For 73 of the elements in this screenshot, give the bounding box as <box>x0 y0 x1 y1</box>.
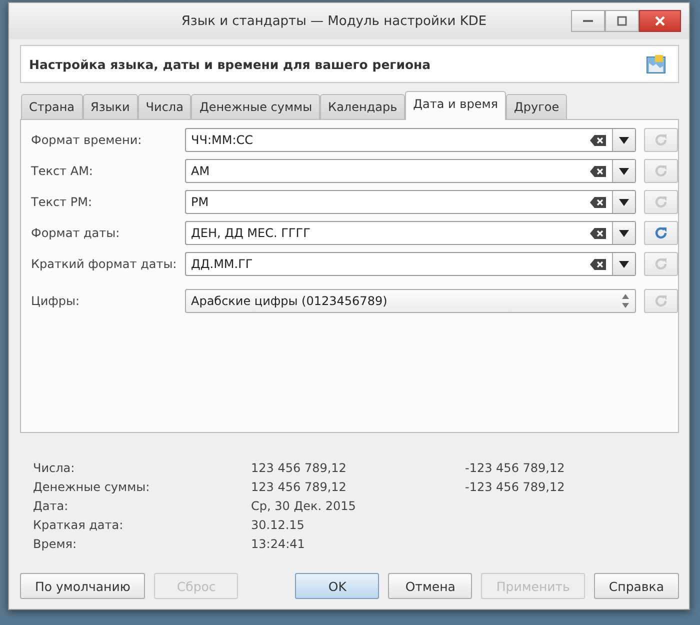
tab[interactable]: Числа <box>138 94 192 119</box>
combo-field[interactable]: PM <box>185 190 636 214</box>
dialog-button[interactable]: Отмена <box>388 573 472 599</box>
clear-icon[interactable] <box>590 196 606 208</box>
tab[interactable]: Календарь <box>320 94 406 119</box>
reset-icon <box>654 294 668 308</box>
select-field[interactable]: Арабские цифры (0123456789) <box>185 289 636 313</box>
caret-icon <box>619 230 629 236</box>
combo-field[interactable]: ЧЧ:ММ:СС <box>185 128 636 152</box>
maximize-icon <box>617 16 627 26</box>
tab[interactable]: Дата и время <box>405 91 506 120</box>
field-value: Арабские цифры (0123456789) <box>191 294 388 308</box>
combo-field[interactable]: ДД.ММ.ГГ <box>185 252 636 276</box>
tab[interactable]: Языки <box>82 94 138 119</box>
field-value: AM <box>191 164 210 178</box>
dialog-button[interactable]: Справка <box>594 573 679 599</box>
reset-icon <box>654 257 668 271</box>
caret-icon <box>619 168 629 174</box>
dropdown-button[interactable] <box>612 129 635 151</box>
preview-value: 123 456 789,12 <box>251 480 348 494</box>
dropdown-button[interactable] <box>612 222 635 244</box>
preview-value: -123 456 789,12 <box>465 480 566 494</box>
minimize-icon <box>583 19 593 23</box>
spin-arrows-icon <box>622 294 629 308</box>
clear-icon[interactable] <box>590 258 606 270</box>
combo-field[interactable]: ДЕН, ДД МЕС. ГГГГ <box>185 221 636 245</box>
clear-icon[interactable] <box>590 228 606 238</box>
close-button[interactable] <box>639 10 681 32</box>
dropdown-button[interactable] <box>612 160 635 182</box>
preview-label: Числа: <box>33 461 76 475</box>
field-label: Цифры: <box>31 294 81 308</box>
tab[interactable]: Страна <box>21 94 83 119</box>
preview-value: 123 456 789,12 <box>251 461 348 475</box>
field-label: Краткий формат даты: <box>31 257 177 271</box>
field-value: ЧЧ:ММ:СС <box>191 133 254 147</box>
dropdown-button[interactable] <box>612 253 635 275</box>
preview-value: Ср, 30 Дек. 2015 <box>251 499 357 513</box>
header-title: Настройка языка, даты и времени для вашего региона <box>29 56 431 72</box>
preview-label: Время: <box>33 537 78 551</box>
field-label: Текст AM: <box>31 164 94 178</box>
map-icon <box>646 54 666 74</box>
tab[interactable]: Денежные суммы <box>191 94 320 119</box>
caret-icon <box>619 260 629 268</box>
field-value: PM <box>191 195 209 209</box>
dropdown-button[interactable] <box>612 191 635 213</box>
reset-button[interactable] <box>644 221 678 245</box>
field-label: Формат даты: <box>31 226 121 240</box>
field-value: ДЕН, ДД МЕС. ГГГГ <box>191 226 310 240</box>
reset-icon <box>654 164 668 178</box>
minimize-button[interactable] <box>571 10 605 32</box>
caret-icon <box>619 136 629 144</box>
window-title: Язык и стандарты — Модуль настройки KDE <box>180 14 488 28</box>
preview-value: 13:24:41 <box>251 537 306 551</box>
close-icon <box>655 16 665 26</box>
dialog-button[interactable]: OK <box>295 573 380 599</box>
field-label: Текст PM: <box>31 195 93 209</box>
field-label: Формат времени: <box>31 133 143 147</box>
reset-icon <box>654 226 668 240</box>
preview-label: Дата: <box>33 499 70 513</box>
preview-value: -123 456 789,12 <box>465 461 566 475</box>
clear-icon[interactable] <box>590 166 606 176</box>
dialog-button[interactable]: По умолчанию <box>20 573 146 599</box>
clear-icon[interactable] <box>590 134 606 146</box>
preview-label: Денежные суммы: <box>33 480 151 494</box>
combo-field[interactable]: AM <box>185 159 636 183</box>
field-value: ДД.ММ.ГГ <box>191 257 253 271</box>
reset-icon <box>654 195 668 209</box>
maximize-button[interactable] <box>605 10 639 32</box>
preview-label: Краткая дата: <box>33 518 124 532</box>
preview-value: 30.12.15 <box>251 518 306 532</box>
caret-icon <box>619 198 629 206</box>
tab[interactable]: Другое <box>506 94 568 119</box>
reset-icon <box>654 133 668 147</box>
